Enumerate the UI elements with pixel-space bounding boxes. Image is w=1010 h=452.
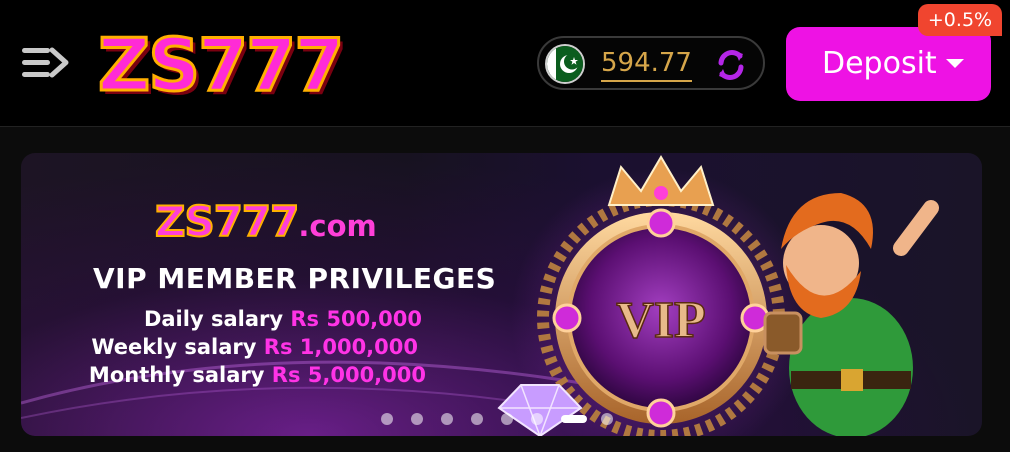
- deposit-label: Deposit: [822, 46, 937, 81]
- caret-down-icon: [946, 59, 964, 68]
- carousel-dot[interactable]: [441, 413, 453, 425]
- site-logo[interactable]: ZS777: [96, 22, 358, 109]
- promo-banner[interactable]: VIP ZS777.com VIP MEMBER PRIVILEGES Dail…: [21, 153, 982, 436]
- balance-display: 594.77: [537, 36, 765, 90]
- salary-amount: Rs 5,000,000: [271, 363, 426, 387]
- mug: [763, 311, 803, 355]
- leprechaun-mascot-icon: [763, 193, 939, 436]
- salary-amount: Rs 500,000: [290, 307, 422, 331]
- salary-label: Weekly salary: [91, 335, 257, 359]
- deposit-button[interactable]: Deposit: [786, 27, 991, 101]
- logo-text: ZS777: [96, 22, 345, 109]
- refresh-balance-button[interactable]: [711, 45, 751, 85]
- banner-logo: ZS777.com: [154, 197, 377, 246]
- top-bar: ZS777 594.77 Deposit +0.5%: [0, 0, 1010, 127]
- salary-line-daily: Daily salary Rs 500,000: [144, 305, 422, 333]
- carousel-dot[interactable]: [601, 413, 613, 425]
- carousel-indicators: [381, 411, 621, 425]
- salary-label: Daily salary: [143, 307, 284, 331]
- salary-amount: Rs 1,000,000: [263, 335, 418, 359]
- pakistan-flag-icon: [545, 44, 585, 84]
- carousel-dot[interactable]: [411, 413, 423, 425]
- balance-amount: 594.77: [601, 46, 692, 82]
- carousel-dot[interactable]: [471, 413, 483, 425]
- banner-title: VIP MEMBER PRIVILEGES: [93, 262, 497, 295]
- menu-arrow-icon: [22, 47, 69, 78]
- carousel-dot[interactable]: [531, 413, 543, 425]
- refresh-icon: [718, 50, 744, 80]
- carousel-dot[interactable]: [501, 413, 513, 425]
- salary-line-weekly: Weekly salary Rs 1,000,000: [91, 333, 418, 361]
- banner-logo-text: ZS777: [154, 197, 300, 246]
- carousel-dot-active[interactable]: [561, 415, 587, 423]
- deposit-bonus-badge: +0.5%: [918, 4, 1002, 36]
- salary-line-monthly: Monthly salary Rs 5,000,000: [89, 361, 426, 389]
- carousel-dot[interactable]: [381, 413, 393, 425]
- menu-toggle-button[interactable]: [18, 42, 72, 84]
- vip-badge-text: VIP: [616, 292, 706, 349]
- banner-logo-domain: .com: [298, 209, 377, 243]
- salary-label: Monthly salary: [88, 363, 265, 387]
